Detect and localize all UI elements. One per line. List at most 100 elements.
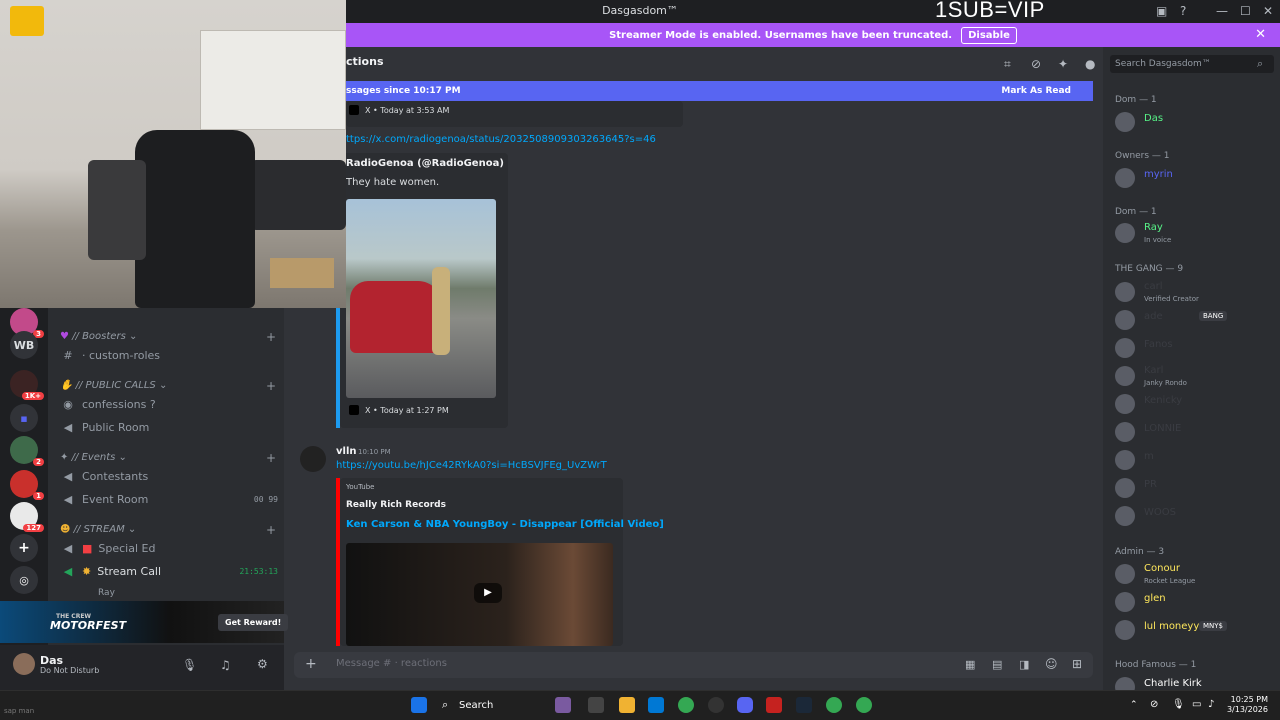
clock[interactable]: 10:25 PM 3/13/2026 [1220,695,1268,715]
channel-special-ed[interactable]: ◀ ■ Special Ed [60,542,278,555]
server-icon[interactable]: 1K+ [10,370,44,400]
windows-start-icon[interactable] [411,697,427,713]
channel-confessions[interactable]: ◉ confessions ? [60,398,278,411]
app-icon[interactable] [555,697,571,713]
add-channel-icon[interactable]: + [266,523,276,537]
server-icon-wb[interactable]: WB [10,331,38,359]
category-stream[interactable]: ☻ // STREAM ⌄ + [60,523,276,537]
search-icon[interactable]: ⌕ [1257,57,1263,71]
disable-streamer-button[interactable]: Disable [961,26,1017,44]
video-thumbnail[interactable]: ▶ [346,543,613,646]
mark-as-read-button[interactable]: Mark As Read [1001,86,1071,96]
apps-icon[interactable]: ⊞ [1072,657,1082,671]
tweet-author[interactable]: RadioGenoa (@RadioGenoa) [346,158,504,169]
channel-public-room[interactable]: ◀ Public Room [60,421,278,434]
new-messages-bar[interactable]: ssages since 10:17 PM Mark As Read [346,81,1093,101]
message-author[interactable]: vlln [336,446,357,457]
server-icon[interactable]: 2 [10,436,44,466]
member-item[interactable]: Conour Rocket League [1115,563,1275,585]
member-item[interactable]: lul moneyy MNY$ [1115,619,1275,641]
gift-icon[interactable]: ▦ [965,658,975,671]
maximize-button[interactable]: ☐ [1240,4,1251,18]
member-item[interactable]: PR [1115,477,1275,499]
play-icon[interactable]: ▶ [474,583,502,603]
acrobat-icon[interactable] [766,697,782,713]
microphone-icon[interactable]: 🎙 [1172,699,1185,710]
member-item[interactable]: glen [1115,591,1275,613]
avatar[interactable] [300,446,326,472]
new-messages-text: ssages since 10:17 PM [346,86,461,96]
help-icon[interactable]: ? [1180,4,1186,18]
server-icon[interactable]: 1 [10,470,44,500]
file-explorer-icon[interactable] [619,697,635,713]
chevron-up-icon[interactable]: ⌃ [1130,700,1138,710]
close-icon[interactable]: ✕ [1255,27,1266,42]
member-item[interactable]: LONNIE [1115,421,1275,443]
embed-channel[interactable]: Really Rich Records [346,500,446,510]
member-item[interactable]: m [1115,449,1275,471]
task-view-icon[interactable] [588,697,604,713]
search-icon[interactable]: ⌕ [442,698,448,712]
member-list-icon[interactable]: ● [1085,57,1095,71]
inbox-icon[interactable]: ▣ [1156,4,1167,18]
avatar[interactable] [13,653,35,675]
channel-custom-roles[interactable]: # · custom-roles [60,349,278,362]
channel-stream-call[interactable]: ◀ ✸ Stream Call 21:53:13 [60,565,278,578]
member-item[interactable]: myrin [1115,167,1275,189]
pin-icon[interactable]: ✦ [1058,57,1068,71]
add-server-icon[interactable]: + [10,534,38,562]
chrome-icon[interactable] [826,697,842,713]
member-item[interactable]: Ray In voice [1115,222,1275,244]
threads-icon[interactable]: ⌗ [1004,57,1011,72]
post-link[interactable]: ttps://x.com/radiogenoa/status/203250890… [346,134,656,145]
store-icon[interactable] [648,697,664,713]
member-item[interactable]: ade BANG [1115,309,1275,331]
close-window-button[interactable]: ✕ [1263,4,1273,18]
voice-user-ray[interactable]: Ray [98,588,115,598]
volume-icon[interactable]: ♪ [1208,699,1214,710]
gear-icon[interactable]: ⚙ [257,657,268,671]
gif-icon[interactable]: ▤ [992,658,1002,671]
channel-event-room[interactable]: ◀ Event Room 00 99 [60,493,278,506]
member-item[interactable]: Das [1115,111,1275,133]
member-name: Karl [1144,365,1164,376]
app-icon[interactable] [708,697,724,713]
get-reward-button[interactable]: Get Reward! [218,614,289,631]
mute-icon[interactable]: ⊘ [1031,57,1041,71]
folder-icon[interactable]: ▪ [10,404,38,432]
member-item[interactable]: carl Verified Creator [1115,281,1275,303]
embed-title[interactable]: Ken Carson & NBA YoungBoy - Disappear [O… [346,519,664,530]
add-channel-icon[interactable]: + [266,330,276,344]
chrome-icon[interactable] [856,697,872,713]
minimize-button[interactable]: — [1216,4,1228,18]
member-item[interactable]: Fanos [1115,337,1275,359]
steam-icon[interactable] [796,697,812,713]
add-channel-icon[interactable]: + [266,379,276,393]
emoji-icon[interactable]: ☺ [1045,657,1058,671]
member-item[interactable]: WOOS [1115,505,1275,527]
member-name: myrin [1144,169,1173,180]
category-boosters[interactable]: ♥ // Boosters ⌄ + [60,330,276,344]
network-icon[interactable]: ⊘ [1150,699,1158,710]
category-public-calls[interactable]: ✋ // PUBLIC CALLS ⌄ + [60,379,276,393]
category-events[interactable]: ✦ // Events ⌄ + [60,451,276,465]
taskbar-search[interactable]: Search [459,700,493,711]
member-item[interactable]: Kenicky [1115,393,1275,415]
discover-icon[interactable]: ◎ [10,566,38,594]
tweet-image[interactable] [346,199,496,398]
discord-icon[interactable] [737,697,753,713]
member-item[interactable]: Karl Janky Rondo [1115,365,1275,387]
headphones-icon[interactable]: ♫ [220,658,231,672]
channel-contestants[interactable]: ◀ Contestants [60,470,278,483]
add-channel-icon[interactable]: + [266,451,276,465]
chrome-icon[interactable] [678,697,694,713]
streamer-mode-message: Streamer Mode is enabled. Usernames have… [609,29,953,41]
display-icon[interactable]: ▭ [1192,699,1201,710]
attach-plus-icon[interactable]: + [305,656,317,672]
channel-label: Contestants [82,470,149,483]
youtube-link[interactable]: https://youtu.be/hJCe42RYkA0?si=HcBSVJFE… [336,460,607,471]
member-activity: Rocket League [1144,577,1196,585]
sticker-icon[interactable]: ◨ [1019,658,1029,671]
server-icon[interactable]: 127 [10,502,44,532]
microphone-icon[interactable]: 🎙 [182,658,197,672]
